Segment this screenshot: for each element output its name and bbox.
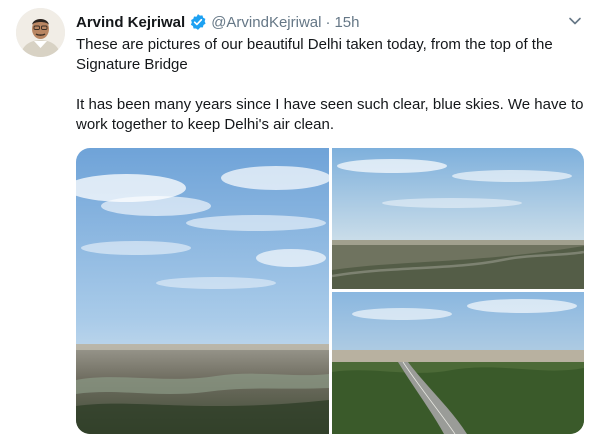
tweet-text: These are pictures of our beautiful Delh… xyxy=(76,35,586,135)
tweet-header: Arvind Kejriwal @ArvindKejriwal · 15h xyxy=(76,12,360,32)
chevron-down-icon[interactable] xyxy=(567,13,583,29)
author-name[interactable]: Arvind Kejriwal xyxy=(76,14,185,31)
photo-1[interactable] xyxy=(76,148,329,434)
timestamp[interactable]: 15h xyxy=(334,14,359,31)
avatar[interactable] xyxy=(16,8,65,57)
tweet-paragraph-1: These are pictures of our beautiful Delh… xyxy=(76,36,553,73)
verified-badge-icon xyxy=(189,13,207,31)
photo-grid xyxy=(76,148,584,434)
tweet-paragraph-2: It has been many years since I have seen… xyxy=(76,96,584,133)
photo-2[interactable] xyxy=(332,148,584,289)
separator-dot: · xyxy=(325,13,331,31)
author-handle[interactable]: @ArvindKejriwal xyxy=(211,14,321,31)
photo-3[interactable] xyxy=(332,292,584,434)
tweet-card[interactable]: Arvind Kejriwal @ArvindKejriwal · 15h Th… xyxy=(0,0,597,441)
